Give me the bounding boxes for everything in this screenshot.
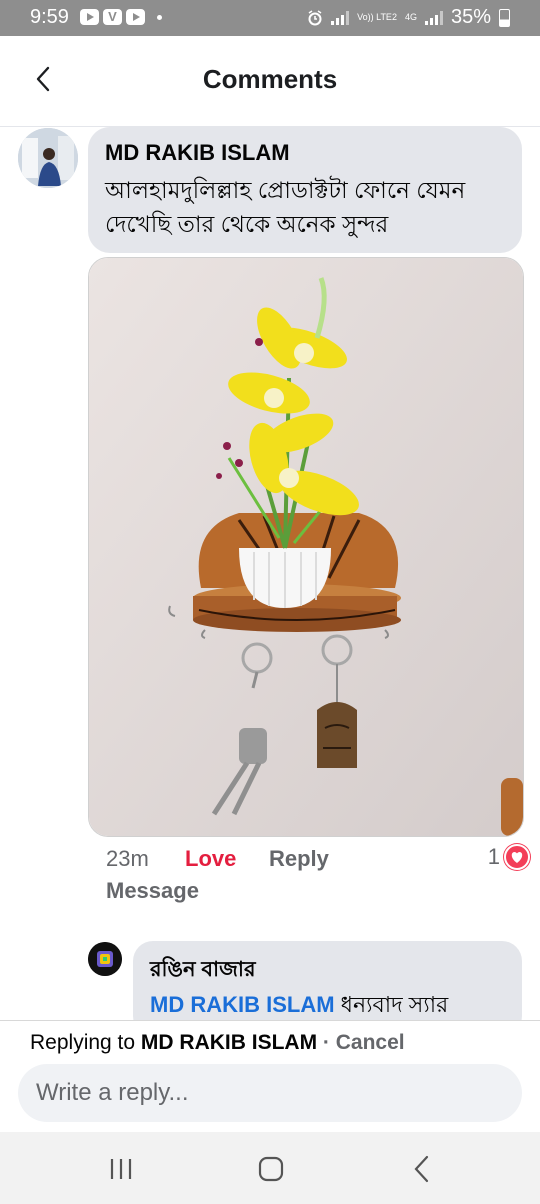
reply-mention[interactable]: MD RAKIB ISLAM <box>150 992 335 1017</box>
status-bar: 9:59 V Vo)) LTE2 4G 35% <box>0 0 540 36</box>
battery-percent: 35% <box>450 6 491 28</box>
reply-input[interactable] <box>18 1064 522 1122</box>
comment-text: আলহামদুলিল্লাহ প্রোডাক্টটা ফোনে যেমন দেখ… <box>105 177 466 237</box>
alarm-icon <box>308 9 322 25</box>
product-photo-image <box>89 258 523 836</box>
heart-icon <box>504 844 530 870</box>
page-logo-icon <box>88 942 122 976</box>
replying-prefix: Replying to <box>30 1031 136 1054</box>
reaction-count: 1 <box>487 844 500 869</box>
replying-to-name: MD RAKIB ISLAM <box>140 1031 318 1054</box>
home-icon[interactable] <box>251 1152 291 1186</box>
reaction-summary[interactable]: 1 <box>488 844 530 870</box>
page-title: Comments <box>202 64 338 94</box>
message-button[interactable]: Message <box>106 878 199 904</box>
reply-author[interactable]: রঙিন বাজার <box>150 953 256 988</box>
comment-bubble[interactable]: MD RAKIB ISLAM আলহামদুলিল্লাহ প্রোডাক্টট… <box>88 127 522 253</box>
comment-timestamp: 23m <box>106 846 149 871</box>
comment-author[interactable]: MD RAKIB ISLAM <box>105 140 290 166</box>
profile-photo-icon <box>18 128 78 188</box>
status-time: 9:59 <box>30 6 69 28</box>
comments-header: Comments <box>0 36 540 127</box>
notification-icons: V <box>80 9 162 25</box>
youtube-notification-icon <box>80 9 99 25</box>
signal-1-icon <box>331 10 350 25</box>
recent-apps-icon[interactable] <box>101 1152 141 1186</box>
separator-dot: · <box>322 1031 330 1054</box>
replying-to-line: Replying to MD RAKIB ISLAM · Cancel <box>30 1031 405 1055</box>
v-app-notification-icon: V <box>103 9 122 25</box>
more-notifications-icon <box>157 14 162 20</box>
reply-composer: Replying to MD RAKIB ISLAM · Cancel <box>0 1020 540 1133</box>
status-indicators: Vo)) LTE2 4G 35% <box>307 6 510 29</box>
battery-icon <box>499 8 510 27</box>
avatar[interactable] <box>18 128 78 188</box>
signal-2-icon <box>424 10 443 25</box>
reply-avatar[interactable] <box>88 942 122 976</box>
comment-actions: 23m Love Reply 1 Message <box>106 844 530 916</box>
reply-button[interactable]: Reply <box>269 846 329 872</box>
love-reaction-button[interactable]: Love <box>185 846 236 872</box>
system-navigation-bar <box>0 1132 540 1204</box>
back-nav-icon[interactable] <box>403 1152 443 1186</box>
youtube-notification-icon <box>126 9 145 25</box>
network-type: 4G <box>404 12 417 22</box>
reply-message: ধন্যবাদ স্যার <box>340 992 449 1017</box>
comment-photo[interactable] <box>88 257 524 837</box>
volte-indicator: Vo)) LTE2 <box>357 12 397 22</box>
cancel-reply-button[interactable]: Cancel <box>336 1031 405 1054</box>
